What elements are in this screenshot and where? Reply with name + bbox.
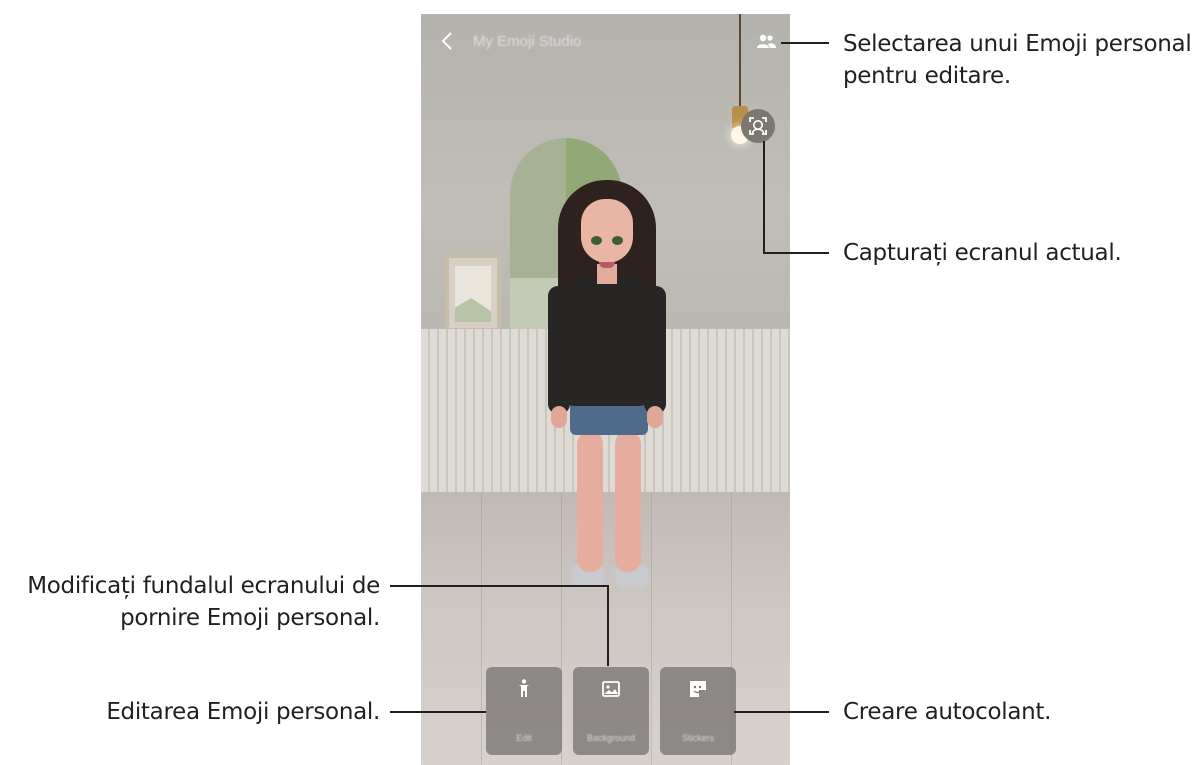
picture-frame bbox=[445, 254, 501, 332]
sticker-leader-line bbox=[734, 711, 829, 713]
edit-button-label: Edit bbox=[516, 733, 532, 743]
background-leader-horizontal bbox=[390, 585, 609, 587]
background-button-label: Background bbox=[586, 733, 636, 743]
create-sticker-callout: Creare autocolant. bbox=[843, 699, 1052, 725]
stickers-button[interactable]: Stickers bbox=[660, 667, 736, 755]
stickers-button-label: Stickers bbox=[681, 733, 714, 743]
edit-button[interactable]: Edit bbox=[486, 667, 562, 755]
people-icon[interactable] bbox=[755, 32, 779, 52]
edit-leader-line bbox=[390, 711, 486, 713]
edit-emoji-callout: Editarea Emoji personal. bbox=[106, 699, 380, 725]
face-capture-icon[interactable] bbox=[741, 109, 775, 143]
background-callout: Modificați fundalul ecranului de pornire… bbox=[27, 573, 380, 631]
screen-title: My Emoji Studio bbox=[473, 33, 582, 50]
background-button[interactable]: Background bbox=[573, 667, 649, 755]
select-emoji-callout: Selectarea unui Emoji personal pentru ed… bbox=[843, 31, 1192, 89]
sticker-icon bbox=[686, 677, 710, 701]
phone-screen: My Emoji Studio Edit Background Stickers bbox=[421, 14, 790, 765]
capture-leader-vertical bbox=[763, 141, 765, 254]
select-leader-line bbox=[781, 42, 829, 44]
image-icon bbox=[599, 677, 623, 701]
capture-leader-horizontal bbox=[763, 252, 829, 254]
person-icon bbox=[512, 677, 536, 701]
capture-callout: Capturați ecranul actual. bbox=[843, 240, 1122, 266]
chevron-left-icon[interactable] bbox=[435, 28, 461, 54]
top-bar: My Emoji Studio bbox=[421, 14, 790, 68]
background-leader-vertical bbox=[607, 585, 609, 666]
